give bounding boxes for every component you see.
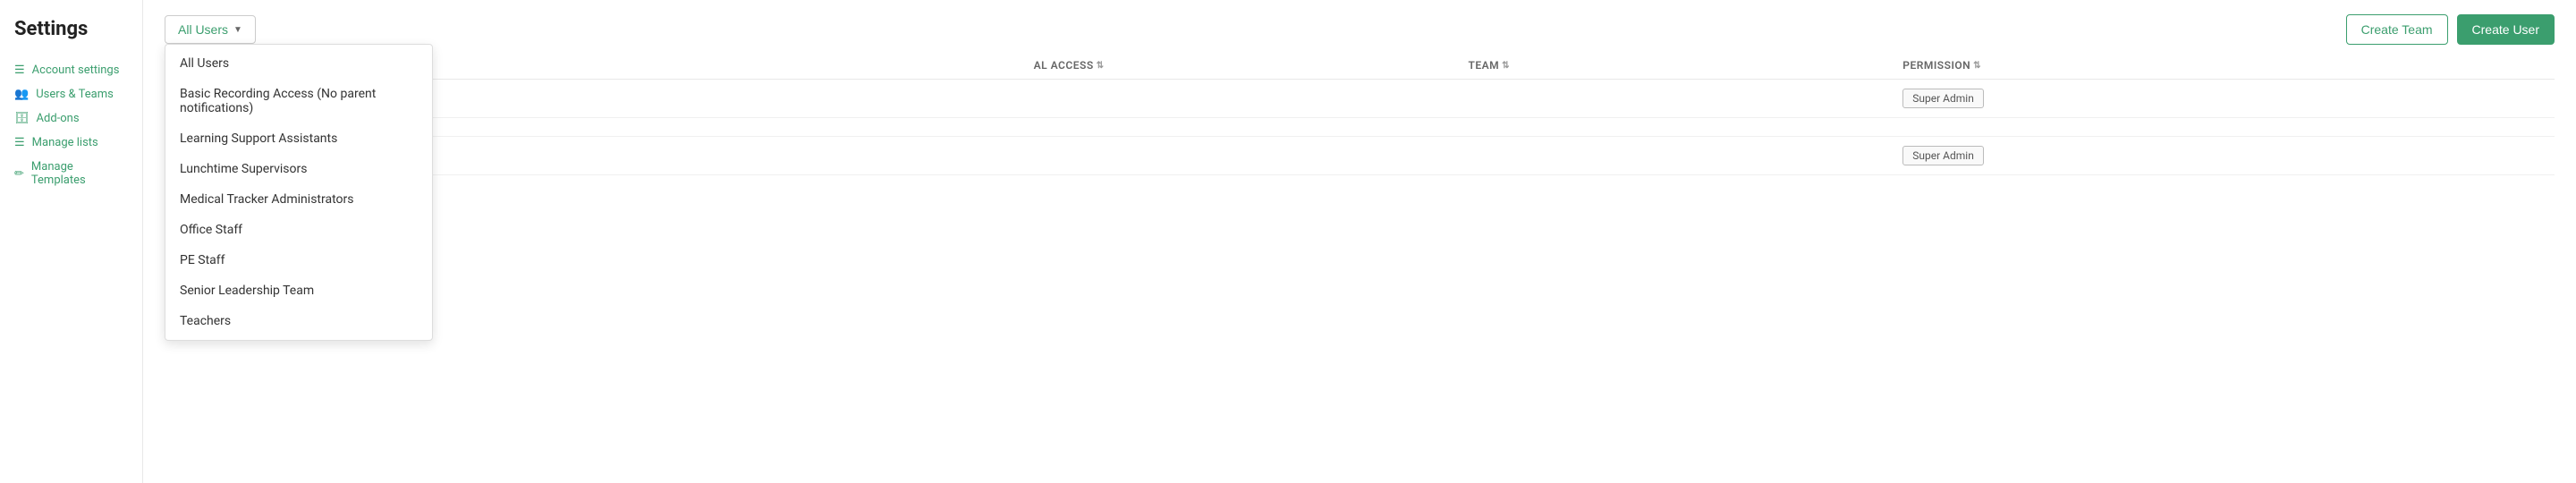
main-content: All Users ▼ All Users Basic Recording Ac… xyxy=(143,0,2576,483)
table-row: Super Admin xyxy=(165,137,2555,175)
table-row xyxy=(165,118,2555,137)
permission-badge-3: Super Admin xyxy=(1902,146,1984,165)
sidebar-item-add-ons-label: Add-ons xyxy=(37,112,80,125)
dropdown-item-basic-recording[interactable]: Basic Recording Access (No parent notifi… xyxy=(165,79,432,123)
filter-dropdown[interactable]: All Users ▼ All Users Basic Recording Ac… xyxy=(165,15,256,44)
dropdown-item-pe-staff[interactable]: PE Staff xyxy=(165,245,432,275)
add-ons-icon: 🗄 xyxy=(14,112,30,125)
manage-lists-icon: ☰ xyxy=(14,136,25,149)
dropdown-item-medical-tracker[interactable]: Medical Tracker Administrators xyxy=(165,184,432,215)
dropdown-item-all-users[interactable]: All Users xyxy=(165,48,432,79)
account-settings-icon: ☰ xyxy=(14,64,25,77)
access-sort-icon: ⇅ xyxy=(1097,61,1105,71)
top-actions: Create Team Create User xyxy=(2346,14,2555,45)
table-header: AL ACCESS ⇅ TEAM ⇅ PERMISSION ⇅ xyxy=(165,59,2555,80)
create-user-button[interactable]: Create User xyxy=(2457,14,2555,45)
dropdown-item-learning-support[interactable]: Learning Support Assistants xyxy=(165,123,432,154)
dropdown-item-senior-leadership[interactable]: Senior Leadership Team xyxy=(165,275,432,306)
table-row: Super Admin xyxy=(165,80,2555,118)
dropdown-item-teachers[interactable]: Teachers xyxy=(165,306,432,336)
filter-label: All Users xyxy=(178,22,228,37)
sidebar-item-add-ons[interactable]: 🗄 Add-ons xyxy=(14,106,128,131)
sidebar-item-account-settings-label: Account settings xyxy=(32,64,120,77)
sidebar-item-manage-templates[interactable]: ✏ Manage Templates xyxy=(14,155,128,192)
col-header-access[interactable]: AL ACCESS ⇅ xyxy=(1034,59,1469,72)
permission-badge-1: Super Admin xyxy=(1902,89,1984,108)
dropdown-caret-icon: ▼ xyxy=(233,25,242,35)
users-teams-icon: 👥 xyxy=(14,88,29,101)
manage-templates-icon: ✏ xyxy=(14,167,24,181)
filter-dropdown-menu: All Users Basic Recording Access (No par… xyxy=(165,44,433,341)
top-bar: All Users ▼ All Users Basic Recording Ac… xyxy=(165,14,2555,45)
sidebar-item-manage-lists[interactable]: ☰ Manage lists xyxy=(14,131,128,155)
col-header-permission[interactable]: PERMISSION ⇅ xyxy=(1902,59,2555,72)
create-team-button[interactable]: Create Team xyxy=(2346,14,2448,45)
sidebar-item-manage-templates-label: Manage Templates xyxy=(31,160,128,187)
row-permission-3: Super Admin xyxy=(1902,146,2555,165)
row-permission-1: Super Admin xyxy=(1902,89,2555,108)
dropdown-item-lunchtime-supervisors[interactable]: Lunchtime Supervisors xyxy=(165,154,432,184)
all-users-filter-button[interactable]: All Users ▼ xyxy=(165,15,256,44)
sidebar-item-users-teams-label: Users & Teams xyxy=(36,88,114,101)
permission-sort-icon: ⇅ xyxy=(1973,61,1981,71)
sidebar: Settings ☰ Account settings 👥 Users & Te… xyxy=(0,0,143,483)
sidebar-item-account-settings[interactable]: ☰ Account settings xyxy=(14,58,128,82)
col-header-team[interactable]: TEAM ⇅ xyxy=(1468,59,1902,72)
sidebar-item-users-teams[interactable]: 👥 Users & Teams xyxy=(14,82,128,106)
dropdown-item-office-staff[interactable]: Office Staff xyxy=(165,215,432,245)
sidebar-item-manage-lists-label: Manage lists xyxy=(32,136,98,149)
settings-title: Settings xyxy=(14,18,128,40)
team-sort-icon: ⇅ xyxy=(1502,61,1510,71)
